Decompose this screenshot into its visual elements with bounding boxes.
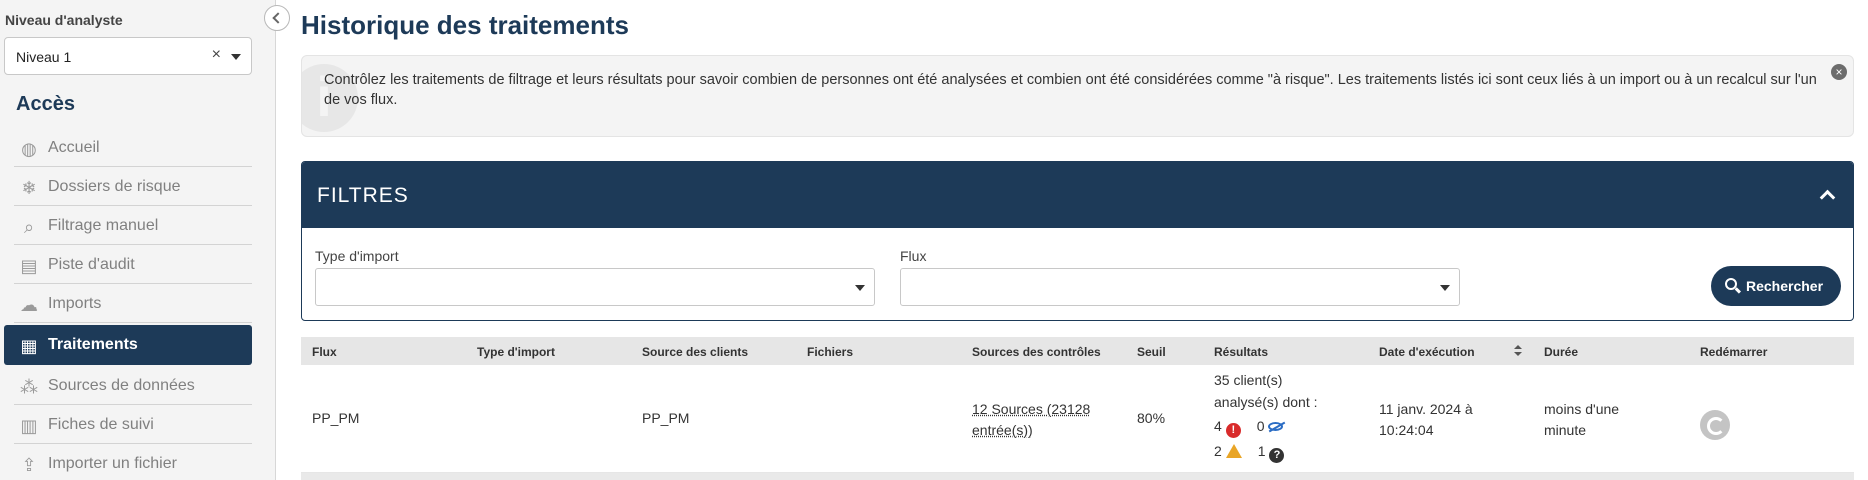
column-header-sources-controles: Sources des contrôles	[972, 345, 1101, 359]
risk-alert-icon: !	[1226, 423, 1241, 438]
sources-controles-line2: entrée(s))	[972, 420, 1090, 441]
column-header-source-clients: Source des clients	[642, 345, 748, 359]
nodes-icon: ⁂	[18, 376, 40, 398]
resultats-line1: 35 client(s)	[1214, 370, 1374, 391]
close-icon[interactable]: ×	[1831, 64, 1847, 80]
sidebar-item-label: Piste d'audit	[48, 256, 135, 274]
sidebar-item-label: Accueil	[48, 139, 100, 157]
eye-slash-icon	[1268, 422, 1283, 431]
column-header-fichiers: Fichiers	[807, 345, 853, 359]
chevron-down-icon	[855, 285, 865, 291]
info-banner: i Contrôlez les traitements de filtrage …	[301, 55, 1854, 137]
sidebar-item-label: Dossiers de risque	[48, 178, 181, 196]
flux-label: Flux	[900, 248, 926, 264]
count-hidden: 0	[1257, 418, 1265, 434]
sidebar-collapse-button[interactable]	[264, 5, 290, 31]
duree-line1: moins d'une	[1544, 399, 1619, 420]
cell-date-execution: 11 janv. 2024 à 10:24:04	[1379, 399, 1473, 441]
type-import-label: Type d'import	[315, 248, 399, 264]
count-warning: 2	[1214, 443, 1222, 459]
type-import-select[interactable]	[315, 268, 875, 306]
filters-header[interactable]: FILTRES	[302, 162, 1853, 228]
sidebar-item-fiches-de-suivi[interactable]: ▥ Fiches de suivi	[14, 405, 252, 444]
chevron-down-icon[interactable]	[231, 54, 241, 60]
cloud-icon: ☁	[18, 294, 40, 316]
restart-icon[interactable]	[1700, 410, 1730, 440]
analyst-level-label: Niveau d'analyste	[5, 12, 123, 28]
clear-icon[interactable]: ×	[212, 46, 221, 64]
magnifier-icon: ⌕	[18, 216, 40, 238]
audit-doc-icon: ▤	[18, 255, 40, 277]
sources-controles-line1: 12 Sources (23128	[972, 399, 1090, 420]
count-unknown: 1	[1258, 443, 1266, 459]
cell-source-clients: PP_PM	[642, 408, 689, 429]
cell-seuil: 80%	[1137, 408, 1165, 429]
sidebar-item-traitements[interactable]: ▦ Traitements	[4, 325, 252, 365]
column-header-flux: Flux	[312, 345, 337, 359]
chevron-left-icon	[272, 12, 283, 23]
info-text: Contrôlez les traitements de filtrage et…	[324, 70, 1824, 110]
column-header-type-import: Type d'import	[477, 345, 555, 359]
search-button-label: Rechercher	[1746, 278, 1823, 294]
sidebar-item-label: Traitements	[48, 336, 138, 354]
sidebar-item-piste-d-audit[interactable]: ▤ Piste d'audit	[14, 245, 252, 284]
column-header-resultats: Résultats	[1214, 345, 1268, 359]
column-header-redemarrer: Redémarrer	[1700, 345, 1767, 359]
column-header-seuil: Seuil	[1137, 345, 1166, 359]
date-line1: 11 janv. 2024 à	[1379, 399, 1473, 420]
section-title-acces: Accès	[16, 93, 75, 116]
filters-title: FILTRES	[317, 184, 409, 208]
sidebar-item-dossiers-de-risque[interactable]: ❄ Dossiers de risque	[14, 167, 252, 206]
cell-resultats: 35 client(s) analysé(s) dont : 4! 0 2 1?	[1214, 370, 1374, 463]
sort-icon[interactable]	[1514, 345, 1522, 357]
sidebar-item-label: Importer un fichier	[48, 455, 177, 473]
sidebar-item-importer-un-fichier[interactable]: ⇪ Importer un fichier	[14, 444, 252, 480]
page-title: Historique des traitements	[301, 10, 629, 41]
snowflake-icon: ❄	[18, 177, 40, 199]
chevron-up-icon[interactable]	[1820, 190, 1836, 206]
sidebar-item-label: Sources de données	[48, 377, 195, 395]
analyst-level-value: Niveau 1	[16, 49, 71, 65]
cell-duree: moins d'une minute	[1544, 399, 1619, 441]
column-header-date-execution[interactable]: Date d'exécution	[1379, 345, 1475, 359]
duree-line2: minute	[1544, 420, 1619, 441]
resultats-counts-row2: 2 1?	[1214, 441, 1374, 463]
count-risk: 4	[1214, 418, 1222, 434]
sidebar-item-sources-de-donnees[interactable]: ⁂ Sources de données	[14, 366, 252, 405]
sidebar-item-imports[interactable]: ☁ Imports	[14, 284, 252, 323]
cell-flux: PP_PM	[312, 408, 359, 429]
table-next-row-strip	[301, 473, 1854, 480]
date-line2: 10:24:04	[1379, 420, 1473, 441]
table-header: Flux Type d'import Source des clients Fi…	[301, 337, 1854, 365]
sidebar: Niveau d'analyste Niveau 1 × Accès ◍ Accu…	[0, 0, 276, 480]
column-header-duree: Durée	[1544, 345, 1578, 359]
chevron-down-icon	[1440, 285, 1450, 291]
upload-icon: ⇪	[18, 454, 40, 476]
grid-icon: ▦	[18, 335, 40, 357]
filters-panel: FILTRES Type d'import Flux Rechercher	[301, 161, 1854, 321]
warning-icon	[1226, 444, 1242, 458]
clipboard-icon: ▥	[18, 415, 40, 437]
resultats-line2: analysé(s) dont :	[1214, 392, 1374, 413]
sidebar-item-label: Filtrage manuel	[48, 217, 158, 235]
flux-select[interactable]	[900, 268, 1460, 306]
sidebar-item-label: Imports	[48, 295, 101, 313]
sources-controles-link[interactable]: 12 Sources (23128 entrée(s))	[972, 399, 1090, 441]
globe-icon: ◍	[18, 138, 40, 160]
analyst-level-select[interactable]: Niveau 1 ×	[4, 37, 252, 75]
question-icon: ?	[1269, 448, 1284, 463]
table-row: PP_PM PP_PM 12 Sources (23128 entrée(s))…	[301, 365, 1854, 473]
sidebar-nav: ◍ Accueil ❄ Dossiers de risque ⌕ Filtrage man…	[4, 128, 252, 480]
sidebar-item-accueil[interactable]: ◍ Accueil	[14, 128, 252, 167]
sidebar-item-label: Fiches de suivi	[48, 416, 154, 434]
resultats-counts-row1: 4! 0	[1214, 416, 1374, 438]
sidebar-item-filtrage-manuel[interactable]: ⌕ Filtrage manuel	[14, 206, 252, 245]
search-icon	[1725, 278, 1737, 290]
search-button[interactable]: Rechercher	[1711, 266, 1841, 306]
treatments-table: Flux Type d'import Source des clients Fi…	[301, 337, 1854, 480]
